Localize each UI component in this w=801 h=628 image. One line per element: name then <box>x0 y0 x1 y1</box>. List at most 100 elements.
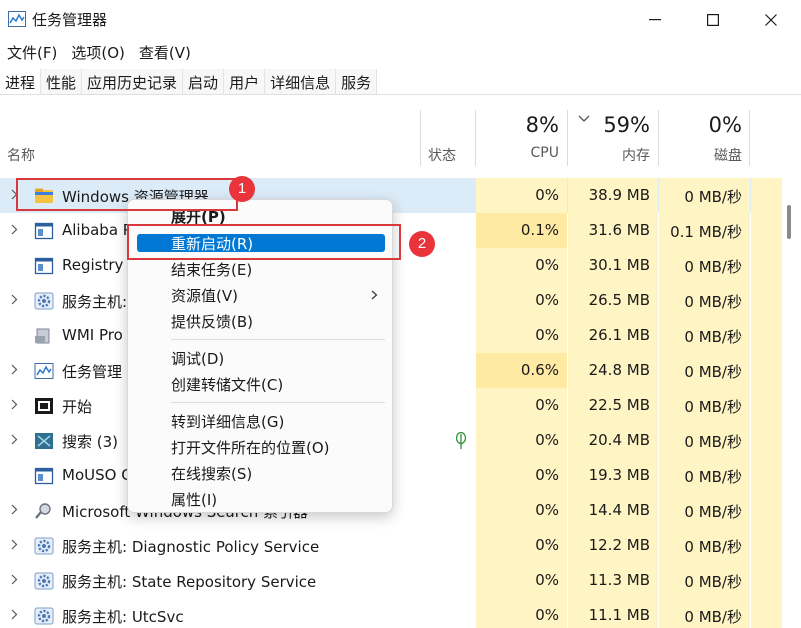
disk-cell: 0 MB/秒 <box>659 353 750 388</box>
menu-separator <box>171 339 385 340</box>
disk-cell-value: 0 MB/秒 <box>684 328 742 346</box>
disk-label: 磁盘 <box>714 148 742 164</box>
column-divider[interactable] <box>420 110 421 166</box>
network-cell <box>751 248 782 283</box>
menu-item-properties[interactable]: 属性(I) <box>171 489 217 510</box>
minimize-icon <box>649 19 661 21</box>
tab-users[interactable]: 用户 <box>224 69 266 95</box>
close-button[interactable] <box>742 0 800 40</box>
process-name: 服务主机: UtcSvc <box>62 608 184 626</box>
memory-cell: 20.4 MB <box>568 423 658 458</box>
menu-file[interactable]: 文件(F) <box>0 40 64 64</box>
memory-cell-value: 11.1 MB <box>588 606 650 624</box>
menu-item-go-to-details[interactable]: 转到详细信息(G) <box>171 411 284 432</box>
memory-cell: 30.1 MB <box>568 248 658 283</box>
memory-percent: 59% <box>603 113 650 137</box>
disk-cell: 0 MB/秒 <box>659 493 750 528</box>
disk-cell: 0 MB/秒 <box>659 283 750 318</box>
scrollbar-thumb[interactable] <box>787 205 791 239</box>
memory-cell: 26.1 MB <box>568 318 658 353</box>
annotation-badge-1: 1 <box>229 176 255 202</box>
network-cell <box>751 423 782 458</box>
network-cell <box>751 458 782 493</box>
expand-chevron-icon[interactable] <box>11 609 18 620</box>
memory-cell: 24.8 MB <box>568 353 658 388</box>
tab-details[interactable]: 详细信息 <box>265 69 337 95</box>
cpu-cell: 0% <box>476 563 567 598</box>
expand-chevron-icon[interactable] <box>11 434 18 445</box>
cpu-cell-value: 0.6% <box>520 361 559 379</box>
disk-cell: 0 MB/秒 <box>659 458 750 493</box>
network-cell <box>751 283 782 318</box>
cpu-cell-value: 0% <box>535 606 559 624</box>
menu-view[interactable]: 查看(V) <box>132 40 198 64</box>
column-name[interactable]: 名称 <box>7 145 35 165</box>
annotation-badge-2: 2 <box>409 231 435 257</box>
cpu-cell: 0.6% <box>476 353 567 388</box>
expand-chevron-icon[interactable] <box>11 504 18 515</box>
cpu-cell-value: 0% <box>535 501 559 519</box>
disk-cell-value: 0 MB/秒 <box>684 538 742 556</box>
process-name: MoUSO C <box>62 466 132 484</box>
cpu-cell: 0% <box>476 528 567 563</box>
network-cell <box>751 493 782 528</box>
memory-cell: 19.3 MB <box>568 458 658 493</box>
disk-cell-value: 0.1 MB/秒 <box>670 223 742 241</box>
minimize-button[interactable] <box>626 0 684 40</box>
network-cell <box>751 388 782 423</box>
menu-options[interactable]: 选项(O) <box>64 40 132 64</box>
tab-performance[interactable]: 性能 <box>41 69 83 95</box>
column-disk[interactable]: 0% 磁盘 <box>659 95 750 167</box>
title-bar: 任务管理器 <box>0 0 801 40</box>
memory-label: 内存 <box>622 148 650 164</box>
column-divider[interactable] <box>749 110 750 166</box>
memory-cell-value: 20.4 MB <box>588 431 650 449</box>
cpu-cell-value: 0% <box>535 431 559 449</box>
memory-cell: 11.3 MB <box>568 563 658 598</box>
table-row[interactable]: 服务主机: Diagnostic Policy Service 0% 12.2 MB… <box>0 528 782 563</box>
tab-app-history[interactable]: 应用历史记录 <box>82 69 184 95</box>
table-row[interactable]: 服务主机: UtcSvc 0% 11.1 MB 0 MB/秒 <box>0 598 782 628</box>
column-status[interactable]: 状态 <box>428 145 456 165</box>
expand-chevron-icon[interactable] <box>11 364 18 375</box>
disk-cell-value: 0 MB/秒 <box>684 433 742 451</box>
column-memory[interactable]: 59% 内存 <box>568 95 658 167</box>
menu-item-create-dump[interactable]: 创建转储文件(C) <box>171 374 283 395</box>
expand-chevron-icon[interactable] <box>11 294 18 305</box>
cpu-cell: 0% <box>476 318 567 353</box>
tab-services[interactable]: 服务 <box>336 69 378 95</box>
cpu-cell: 0% <box>476 178 567 213</box>
cpu-cell-value: 0% <box>535 291 559 309</box>
menu-item-search-online[interactable]: 在线搜索(S) <box>171 463 252 484</box>
expand-chevron-icon[interactable] <box>11 399 18 410</box>
menu-item-end-task[interactable]: 结束任务(E) <box>171 259 252 280</box>
maximize-button[interactable] <box>684 0 742 40</box>
table-row[interactable]: 服务主机: State Repository Service 0% 11.3 MB 0… <box>0 563 782 598</box>
disk-cell-value: 0 MB/秒 <box>684 608 742 626</box>
tab-startup[interactable]: 启动 <box>183 69 225 95</box>
expand-chevron-icon[interactable] <box>11 539 18 550</box>
menu-item-open-file-location[interactable]: 打开文件所在的位置(O) <box>171 437 330 458</box>
disk-cell: 0 MB/秒 <box>659 178 750 213</box>
process-name: 服务主机: State Repository Service <box>62 573 317 591</box>
memory-cell-value: 24.8 MB <box>588 361 650 379</box>
expand-chevron-icon[interactable] <box>11 574 18 585</box>
menu-item-resource-values[interactable]: 资源值(V) <box>171 285 238 306</box>
network-cell <box>751 563 782 598</box>
memory-cell-value: 31.6 MB <box>588 221 650 239</box>
menu-item-debug[interactable]: 调试(D) <box>171 348 224 369</box>
column-cpu[interactable]: 8% CPU <box>476 95 567 167</box>
tab-bar: 进程 性能 应用历史记录 启动 用户 详细信息 服务 <box>0 69 378 95</box>
expand-chevron-icon[interactable] <box>11 224 18 235</box>
task-manager-icon <box>34 363 54 379</box>
process-name: Registry <box>62 256 124 274</box>
efficiency-leaf-icon <box>455 432 467 449</box>
disk-cell: 0 MB/秒 <box>659 528 750 563</box>
memory-cell-value: 12.2 MB <box>588 536 650 554</box>
cpu-label: CPU <box>530 145 559 161</box>
wmi-icon <box>35 328 50 344</box>
menu-item-feedback[interactable]: 提供反馈(B) <box>171 311 253 332</box>
memory-cell: 22.5 MB <box>568 388 658 423</box>
tab-processes[interactable]: 进程 <box>0 69 42 95</box>
memory-cell: 31.6 MB <box>568 213 658 248</box>
